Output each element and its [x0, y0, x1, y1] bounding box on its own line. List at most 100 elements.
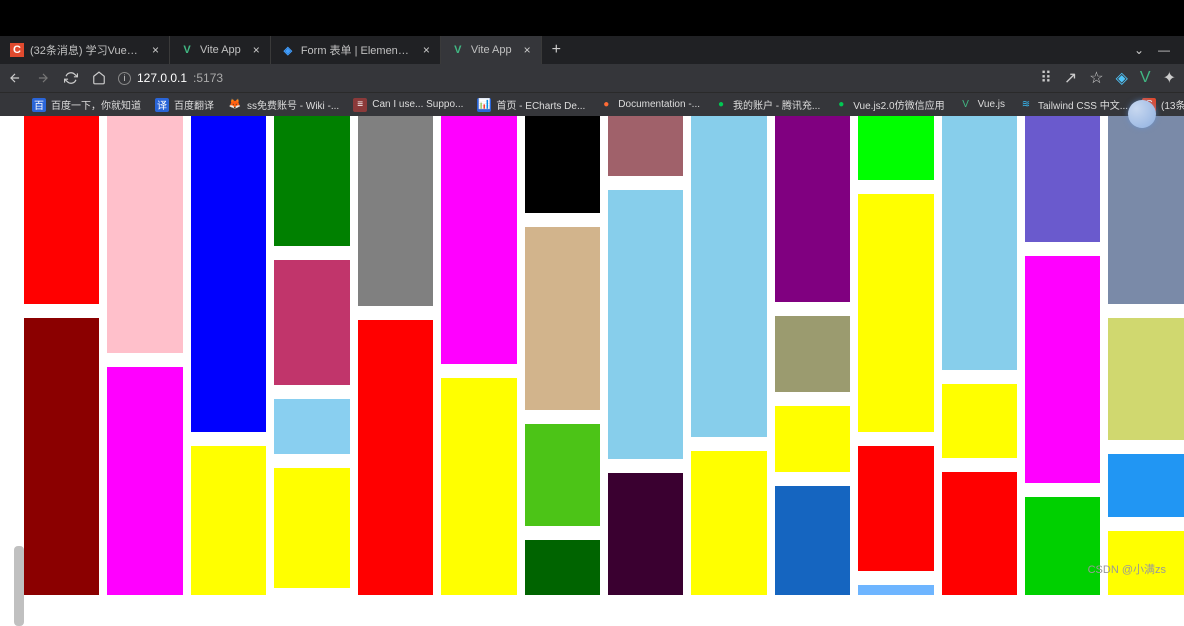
color-block: [525, 540, 600, 595]
color-block: [775, 316, 850, 392]
bookmark-label: (13条消息) Vue 基...: [1161, 97, 1184, 112]
color-block: [775, 486, 850, 595]
translate-icon[interactable]: ⠿: [1040, 68, 1052, 88]
color-block: [775, 116, 850, 302]
browser-tab[interactable]: ◈Form 表单 | Element Plus×: [271, 36, 441, 64]
bookmark-favicon: ●: [834, 98, 848, 112]
bookmark-label: Tailwind CSS 中文...: [1038, 97, 1128, 112]
bookmark-favicon: V: [959, 98, 973, 112]
color-block: [191, 446, 266, 595]
chevron-down-icon[interactable]: ⌄: [1134, 43, 1144, 57]
browser-tab[interactable]: V Vite App ×: [441, 36, 542, 64]
window-topbar: [0, 0, 1184, 36]
close-tab-icon[interactable]: ×: [253, 43, 260, 57]
color-block: [274, 399, 349, 454]
bookmark-label: Vue.js: [978, 99, 1005, 110]
color-block: [942, 116, 1017, 370]
masonry-column: [24, 116, 99, 595]
bookmark-item[interactable]: V Vue.js: [959, 98, 1005, 112]
url-host: 127.0.0.1: [137, 71, 187, 85]
color-block: [858, 446, 933, 571]
color-block: [942, 472, 1017, 595]
color-block: [1108, 116, 1183, 304]
masonry-column: [942, 116, 1017, 595]
bookmark-label: 首页 - ECharts De...: [496, 97, 585, 112]
browser-tab[interactable]: C(32条消息) 学习Vue3 第十四章×: [0, 36, 170, 64]
masonry-column: [358, 116, 433, 595]
scrollbar-thumb[interactable]: [14, 546, 24, 626]
bookmarks-bar: 百百度一下，你就知道译百度翻译 🦊ss免费账号 - Wiki -... ≡ Can I…: [0, 92, 1184, 116]
vue-icon[interactable]: V: [1140, 69, 1151, 87]
bookmark-item[interactable]: ● 我的账户 - 腾讯充...: [714, 97, 820, 112]
extensions-icon[interactable]: ✦: [1163, 68, 1176, 88]
masonry-column: [191, 116, 266, 595]
bookmark-favicon: ●: [599, 98, 613, 112]
tab-title: Vite App: [471, 44, 512, 56]
bookmark-item[interactable]: ≡ Can I use... Suppo...: [353, 98, 463, 112]
tab-favicon: V: [180, 43, 194, 57]
diamond-icon[interactable]: ◈: [1116, 68, 1128, 88]
color-block: [1025, 497, 1100, 595]
bookmark-favicon: ≡: [353, 98, 367, 112]
bookmark-item[interactable]: ● Documentation -...: [599, 98, 700, 112]
browser-tab[interactable]: V Vite App ×: [170, 36, 271, 64]
new-tab-button[interactable]: +: [542, 41, 571, 59]
bookmark-label: 百度一下，你就知道: [51, 97, 141, 112]
bookmark-label: Can I use... Suppo...: [372, 99, 463, 110]
address-bar: i 127.0.0.1 :5173 ⠿ ↗ ☆ ◈ V ✦: [0, 64, 1184, 92]
color-block: [691, 451, 766, 595]
close-tab-icon[interactable]: ×: [423, 43, 430, 57]
bookmark-item[interactable]: ≋ Tailwind CSS 中文...: [1019, 97, 1128, 112]
bookmark-favicon: 译: [155, 98, 169, 112]
forward-button[interactable]: [36, 71, 50, 85]
url-port: :5173: [193, 71, 223, 85]
bookmark-favicon: ●: [714, 98, 728, 112]
bookmark-item[interactable]: 🦊ss免费账号 - Wiki -...: [228, 97, 339, 112]
masonry-column: [691, 116, 766, 595]
bookmark-favicon: ≋: [1019, 98, 1033, 112]
bookmark-item[interactable]: 译百度翻译: [155, 97, 214, 112]
color-block: [608, 473, 683, 595]
bookmark-label: 我的账户 - 腾讯充...: [733, 97, 820, 112]
close-tab-icon[interactable]: ×: [524, 43, 531, 57]
masonry-column: [441, 116, 516, 595]
color-block: [858, 116, 933, 180]
bookmark-label: 百度翻译: [174, 97, 214, 112]
tab-title: Vite App: [200, 44, 241, 56]
color-block: [608, 190, 683, 458]
bookmark-item[interactable]: 📊 首页 - ECharts De...: [477, 97, 585, 112]
bookmark-item[interactable]: ● Vue.js2.0仿微信应用: [834, 97, 944, 112]
share-icon[interactable]: ↗: [1064, 68, 1077, 88]
masonry-column: [608, 116, 683, 595]
reload-button[interactable]: [64, 71, 78, 85]
url-display[interactable]: i 127.0.0.1 :5173: [118, 71, 223, 85]
window-controls: ⌄ —: [1134, 43, 1184, 57]
minimize-button[interactable]: —: [1158, 43, 1170, 57]
color-block: [858, 585, 933, 595]
color-block: [1025, 256, 1100, 483]
color-block: [441, 116, 516, 364]
tab-favicon: V: [451, 43, 465, 57]
color-block: [1025, 116, 1100, 242]
color-block: [525, 227, 600, 411]
tab-title: (32条消息) 学习Vue3 第十四章: [30, 42, 140, 58]
bookmark-favicon: 🦊: [228, 98, 242, 112]
star-icon[interactable]: ☆: [1089, 68, 1103, 88]
floating-orb-icon[interactable]: [1128, 100, 1156, 128]
masonry-column: [1108, 116, 1183, 595]
site-info-icon[interactable]: i: [118, 72, 131, 85]
bookmark-item[interactable]: 百百度一下，你就知道: [32, 97, 141, 112]
home-button[interactable]: [92, 71, 106, 85]
color-block: [1108, 454, 1183, 518]
masonry-column: [107, 116, 182, 595]
color-block: [274, 468, 349, 588]
masonry-column: [1025, 116, 1100, 595]
tab-bar: C(32条消息) 学习Vue3 第十四章×VVite App×◈Form 表单 …: [0, 36, 1184, 64]
tab-favicon: ◈: [281, 43, 295, 57]
back-button[interactable]: [8, 71, 22, 85]
bookmark-favicon: 📊: [477, 98, 491, 112]
bookmark-label: Documentation -...: [618, 99, 700, 110]
close-tab-icon[interactable]: ×: [152, 43, 159, 57]
bookmark-label: Vue.js2.0仿微信应用: [853, 97, 944, 112]
masonry-column: [858, 116, 933, 595]
